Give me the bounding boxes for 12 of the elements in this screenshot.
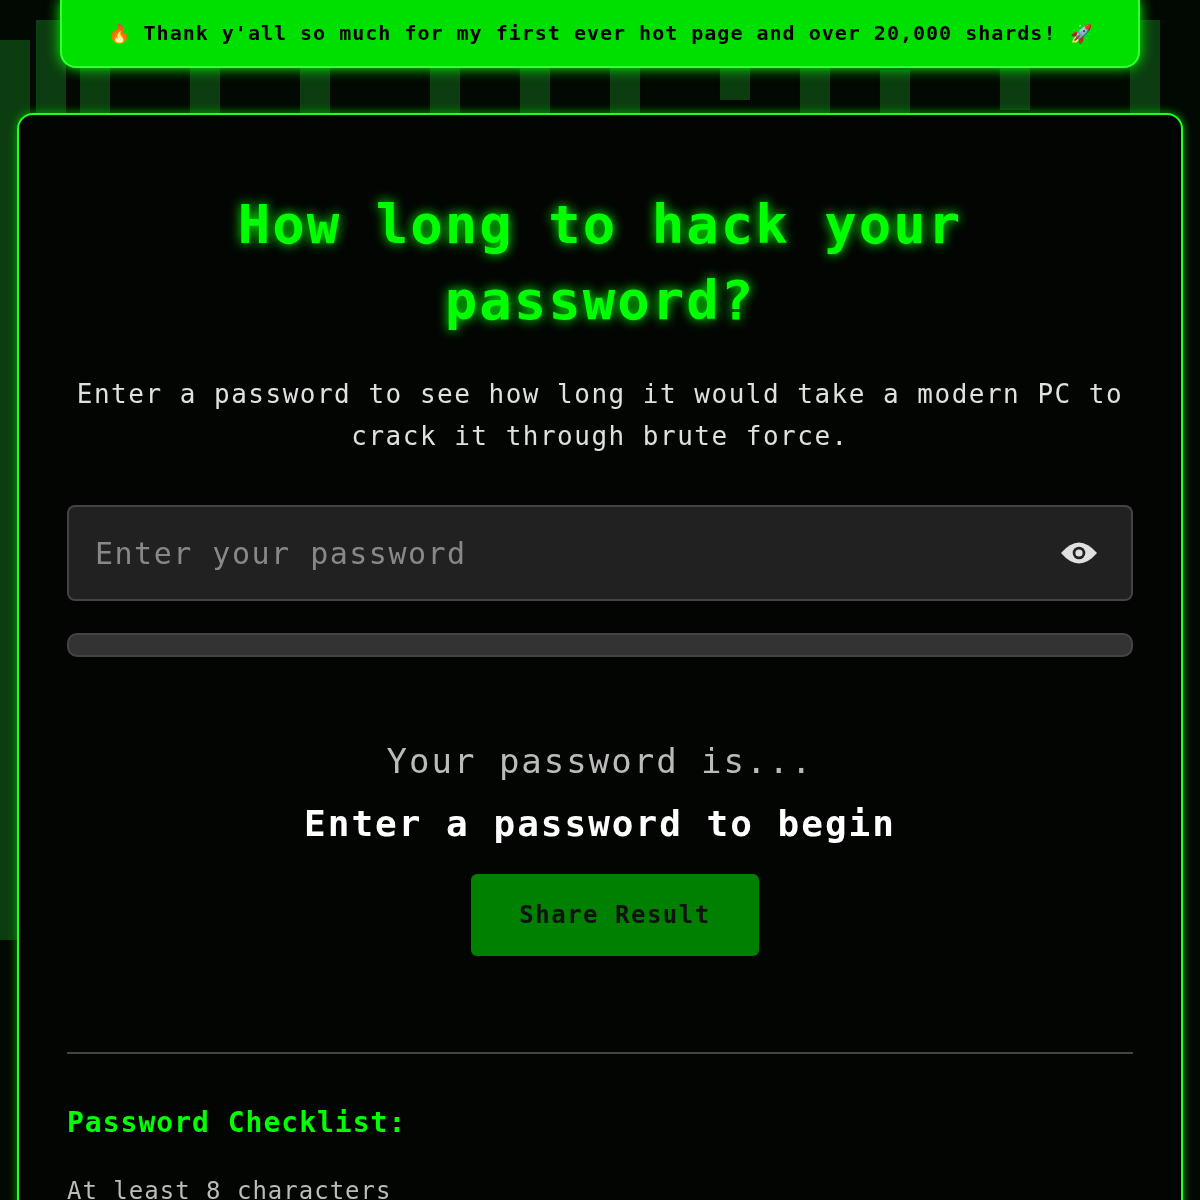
share-button[interactable]: Share Result (471, 874, 759, 956)
result-text: Enter a password to begin (303, 803, 897, 844)
result-label: Your password is... (385, 741, 815, 781)
rocket-icon: 🚀 (1070, 22, 1093, 44)
page-title: How long to hack your password? (236, 192, 964, 334)
eye-icon[interactable] (1061, 541, 1097, 565)
password-field[interactable]: Enter your password (67, 505, 1133, 601)
fire-icon: 🔥 (107, 22, 130, 44)
description-text: Enter a password to see how long it would take a modern PC to crack it through brute force. (75, 378, 1125, 453)
checklist-title: Password Checklist: (67, 1106, 408, 1139)
checklist-item: At least 8 characters (67, 1177, 393, 1200)
banner-text: Thank y'all so much for my first ever hot page and over 20,000 shards! (143, 21, 1057, 45)
